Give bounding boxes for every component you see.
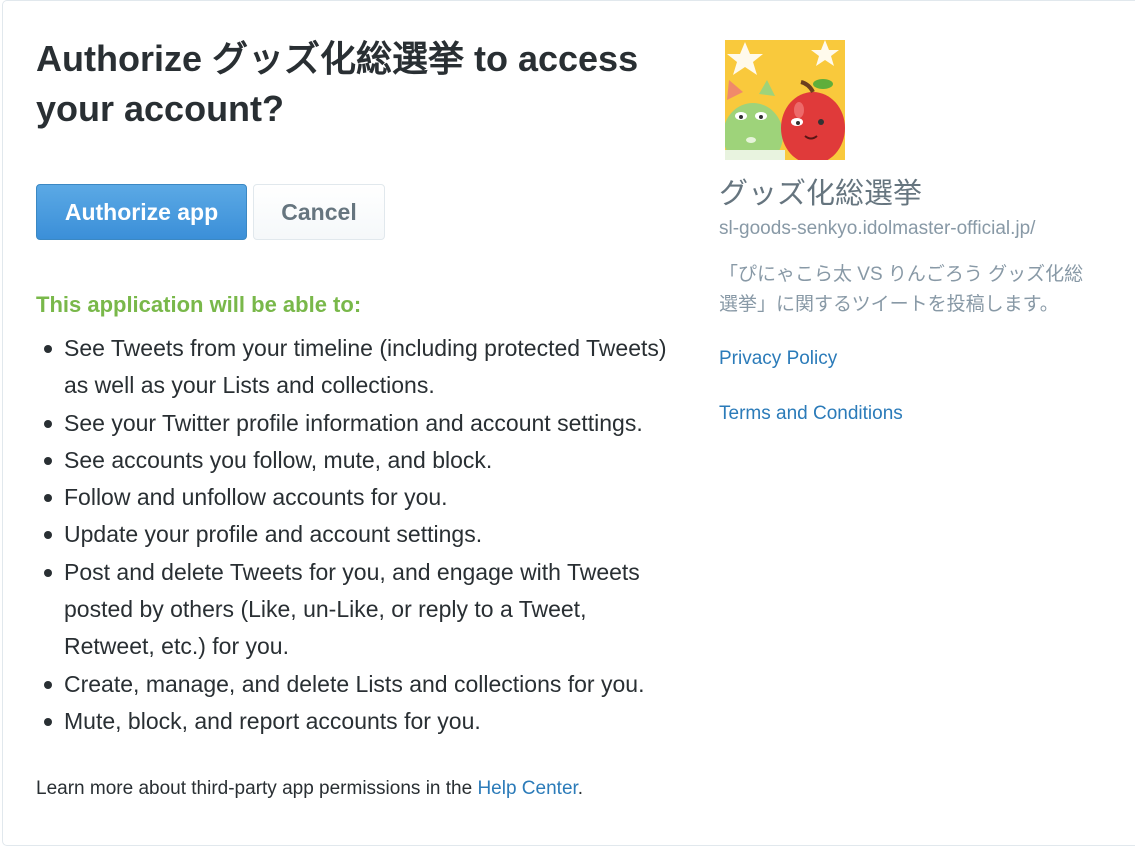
- page-title: Authorize グッズ化総選挙 to access your account…: [36, 38, 639, 129]
- bullet-icon: [44, 680, 52, 689]
- bullet-icon: [44, 419, 52, 428]
- action-buttons: Authorize app Cancel: [36, 184, 385, 240]
- cancel-button[interactable]: Cancel: [253, 184, 385, 240]
- permission-text: Create, manage, and delete Lists and col…: [64, 670, 645, 697]
- permission-text: Post and delete Tweets for you, and enga…: [64, 558, 640, 660]
- list-item: Create, manage, and delete Lists and col…: [36, 666, 676, 703]
- app-logo-icon: [725, 40, 845, 160]
- permission-text: See Tweets from your timeline (including…: [64, 335, 667, 399]
- list-item: See Tweets from your timeline (including…: [36, 330, 676, 405]
- bullet-icon: [44, 345, 52, 353]
- help-note-text: Learn more about third-party app permiss…: [36, 778, 478, 799]
- privacy-policy-link[interactable]: Privacy Policy: [719, 348, 837, 370]
- list-item: Update your profile and account settings…: [36, 516, 676, 553]
- main-column: Authorize グッズ化総選挙 to access your account…: [36, 34, 676, 134]
- permission-text: Follow and unfollow accounts for you.: [64, 484, 448, 511]
- permission-text: See accounts you follow, mute, and block…: [64, 446, 493, 473]
- permissions-list: See Tweets from your timeline (including…: [36, 330, 676, 740]
- permission-text: See your Twitter profile information and…: [64, 409, 643, 436]
- terms-conditions-link[interactable]: Terms and Conditions: [719, 403, 903, 425]
- bullet-icon: [44, 717, 52, 726]
- list-item: Follow and unfollow accounts for you.: [36, 479, 676, 516]
- permission-text: Mute, block, and report accounts for you…: [64, 707, 481, 734]
- help-note-period: .: [577, 778, 584, 799]
- list-item: Mute, block, and report accounts for you…: [36, 703, 676, 740]
- list-item: See accounts you follow, mute, and block…: [36, 442, 676, 479]
- app-description: 「ぴにゃこら太 VS りんごろう グッズ化総選挙」に関するツイートを投稿します。: [719, 264, 1084, 315]
- authorize-app-button[interactable]: Authorize app: [36, 184, 247, 240]
- list-item: See your Twitter profile information and…: [36, 405, 676, 442]
- permission-text: Update your profile and account settings…: [64, 521, 483, 548]
- app-name: グッズ化総選挙: [719, 178, 923, 210]
- app-logo-image: [725, 40, 845, 160]
- app-url: sl-goods-senkyo.idolmaster-official.jp/: [719, 218, 1036, 239]
- list-item: Post and delete Tweets for you, and enga…: [36, 554, 676, 666]
- bullet-icon: [44, 568, 52, 577]
- permissions-heading: This application will be able to:: [36, 292, 362, 317]
- help-note: Learn more about third-party app permiss…: [36, 778, 583, 800]
- bullet-icon: [44, 456, 52, 465]
- bullet-icon: [44, 494, 52, 503]
- help-center-link[interactable]: Help Center: [477, 778, 577, 799]
- bullet-icon: [44, 531, 52, 540]
